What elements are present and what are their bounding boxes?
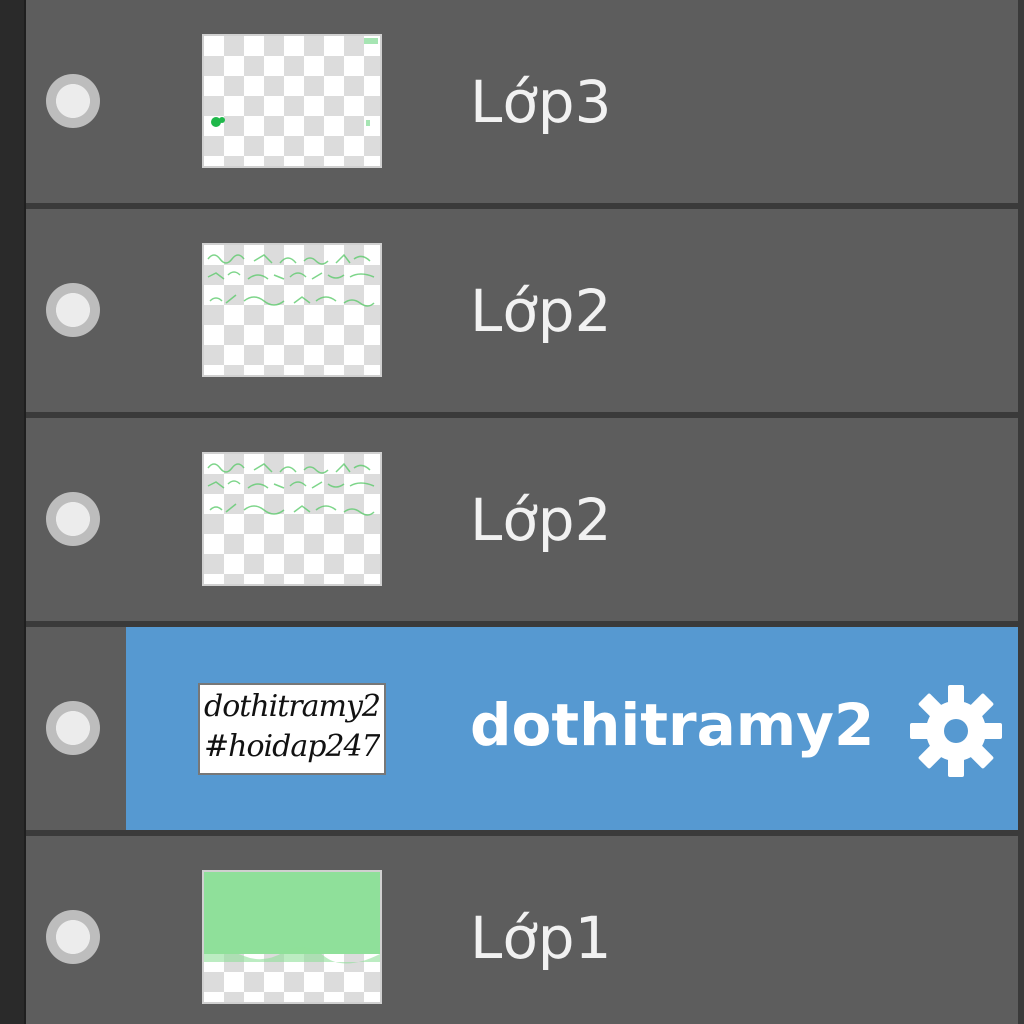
layer-thumbnail (202, 34, 382, 168)
layer-row-dothitramy2[interactable]: dothitramy2 #hoidap247 dothitramy2 (26, 627, 1018, 830)
layer-row-lop1[interactable]: Lớp1 (26, 836, 1018, 1024)
visibility-dot-icon[interactable] (46, 283, 100, 337)
layer-thumbnail (202, 870, 382, 1004)
layer-thumbnail (202, 243, 382, 377)
layer-thumbnail: dothitramy2 #hoidap247 (198, 683, 386, 775)
layer-row-lop2[interactable]: Lớp2 (26, 418, 1018, 621)
layers-panel: Lớp3 Lớp2 Lớp2 dothitramy2 #hoidap247 do… (0, 0, 1024, 1024)
layer-name: Lớp2 (470, 486, 612, 554)
layer-name: dothitramy2 (470, 691, 875, 759)
layer-name: Lớp2 (470, 277, 612, 345)
visibility-dot-icon[interactable] (46, 701, 100, 755)
visibility-dot-icon[interactable] (46, 910, 100, 964)
thumbnail-text-line1: dothitramy2 (204, 689, 380, 724)
layer-row-lop2[interactable]: Lớp2 (26, 209, 1018, 412)
thumbnail-text-line2: #hoidap247 (204, 729, 380, 764)
layer-thumbnail (202, 452, 382, 586)
visibility-dot-icon[interactable] (46, 74, 100, 128)
gear-icon[interactable] (906, 681, 1006, 781)
visibility-dot-icon[interactable] (46, 492, 100, 546)
layer-name: Lớp3 (470, 68, 612, 136)
layer-name: Lớp1 (470, 904, 612, 972)
layer-row-lop3[interactable]: Lớp3 (26, 0, 1018, 203)
panel-edge (0, 0, 26, 1024)
